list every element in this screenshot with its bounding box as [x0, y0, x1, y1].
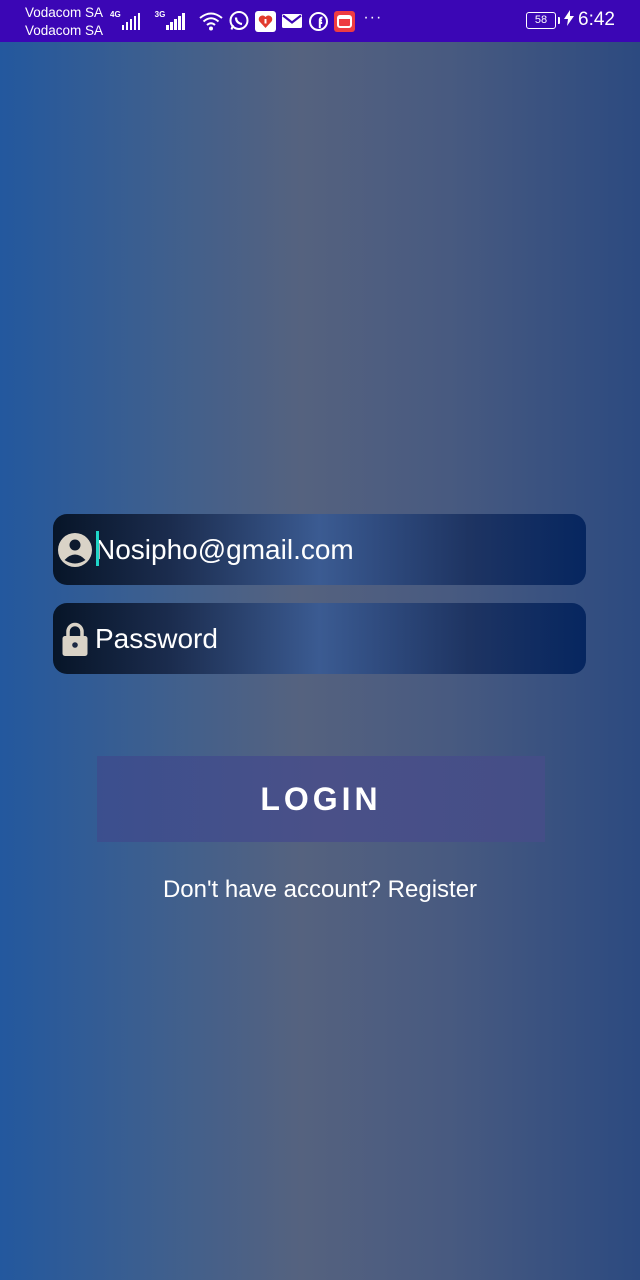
carrier-2: Vodacom SA [25, 23, 104, 38]
clock: 6:42 [578, 9, 615, 30]
app-notification-icon [255, 10, 277, 32]
signal-4g-icon: 4G [110, 9, 150, 30]
notification-icons: 4G 3G ··· [110, 8, 382, 34]
email-field[interactable] [53, 514, 586, 585]
carrier-1: Vodacom SA [25, 5, 104, 20]
more-notifications-icon: ··· [363, 9, 383, 26]
network-type-2: 3G [154, 9, 166, 19]
battery-icon: 58 [526, 11, 561, 29]
charging-icon [564, 9, 575, 31]
status-bar: Vodacom SA Vodacom SA 4G 3G ··· 58 6:42 [0, 0, 640, 42]
facebook-icon [308, 11, 329, 32]
account-circle-icon [57, 532, 93, 568]
carrier-names: Vodacom SA Vodacom SA [25, 4, 103, 40]
battery-level: 58 [534, 13, 548, 26]
status-right: 58 6:42 [526, 9, 615, 31]
network-type-1: 4G [110, 9, 121, 19]
whatsapp-icon [228, 10, 250, 32]
signal-3g-icon: 3G [154, 9, 195, 30]
lock-icon [57, 621, 93, 657]
password-field[interactable] [53, 603, 586, 674]
calendar-notification-icon [334, 10, 356, 32]
email-input[interactable] [95, 514, 565, 585]
text-cursor [96, 531, 99, 566]
wifi-icon [199, 11, 223, 31]
gmail-icon [281, 12, 303, 30]
register-link[interactable]: Don't have account? Register [0, 876, 640, 904]
password-input[interactable] [95, 603, 565, 674]
login-button[interactable]: LOGIN [97, 756, 545, 842]
